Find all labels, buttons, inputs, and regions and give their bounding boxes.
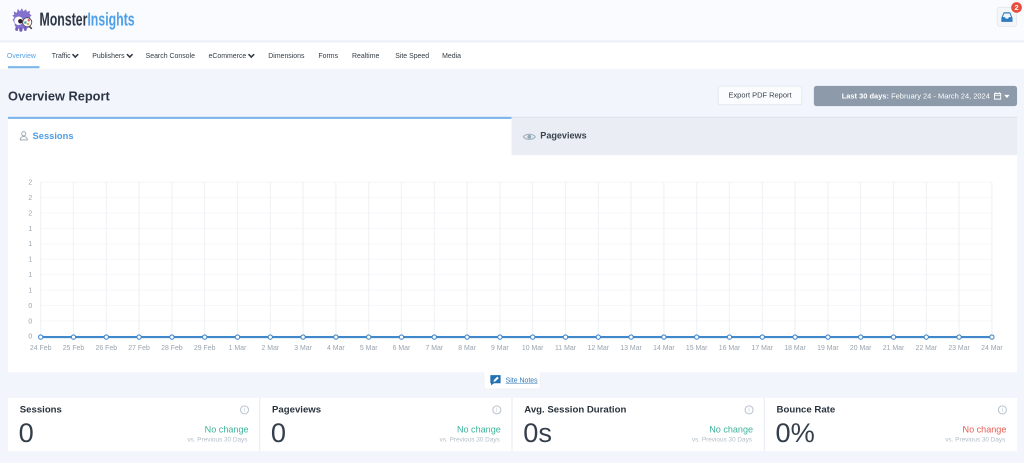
- svg-text:0: 0: [28, 318, 32, 325]
- svg-text:8 Mar: 8 Mar: [458, 345, 476, 352]
- svg-text:22 Mar: 22 Mar: [916, 345, 938, 352]
- svg-text:14 Mar: 14 Mar: [653, 345, 675, 352]
- svg-text:1 Mar: 1 Mar: [229, 345, 247, 352]
- svg-text:25 Feb: 25 Feb: [63, 345, 85, 352]
- svg-text:5 Mar: 5 Mar: [360, 345, 378, 352]
- svg-text:1: 1: [28, 226, 32, 233]
- svg-text:6 Mar: 6 Mar: [393, 345, 411, 352]
- svg-text:24 Mar: 24 Mar: [981, 345, 1003, 352]
- svg-text:20 Mar: 20 Mar: [850, 345, 872, 352]
- svg-text:1: 1: [28, 287, 32, 294]
- svg-text:27 Feb: 27 Feb: [128, 345, 150, 352]
- svg-text:12 Mar: 12 Mar: [588, 345, 610, 352]
- svg-text:16 Mar: 16 Mar: [719, 345, 741, 352]
- svg-text:29 Feb: 29 Feb: [194, 345, 216, 352]
- svg-text:26 Feb: 26 Feb: [96, 345, 118, 352]
- svg-text:9 Mar: 9 Mar: [491, 345, 509, 352]
- svg-text:1: 1: [28, 257, 32, 264]
- svg-text:28 Feb: 28 Feb: [161, 345, 183, 352]
- svg-text:21 Mar: 21 Mar: [883, 345, 905, 352]
- svg-text:18 Mar: 18 Mar: [784, 345, 806, 352]
- svg-text:19 Mar: 19 Mar: [817, 345, 839, 352]
- svg-text:10 Mar: 10 Mar: [522, 345, 544, 352]
- svg-text:0: 0: [28, 334, 32, 341]
- svg-text:0: 0: [28, 303, 32, 310]
- svg-text:13 Mar: 13 Mar: [620, 345, 642, 352]
- svg-text:1: 1: [28, 241, 32, 248]
- svg-text:15 Mar: 15 Mar: [686, 345, 708, 352]
- svg-text:17 Mar: 17 Mar: [752, 345, 774, 352]
- svg-text:1: 1: [28, 272, 32, 279]
- svg-text:2: 2: [28, 195, 32, 202]
- svg-text:2 Mar: 2 Mar: [261, 345, 279, 352]
- svg-text:23 Mar: 23 Mar: [948, 345, 970, 352]
- svg-text:11 Mar: 11 Mar: [555, 345, 577, 352]
- svg-text:2: 2: [28, 180, 32, 187]
- svg-text:3 Mar: 3 Mar: [294, 345, 312, 352]
- svg-text:2: 2: [28, 210, 32, 217]
- svg-text:7 Mar: 7 Mar: [425, 345, 443, 352]
- svg-text:24 Feb: 24 Feb: [30, 345, 52, 352]
- svg-text:4 Mar: 4 Mar: [327, 345, 345, 352]
